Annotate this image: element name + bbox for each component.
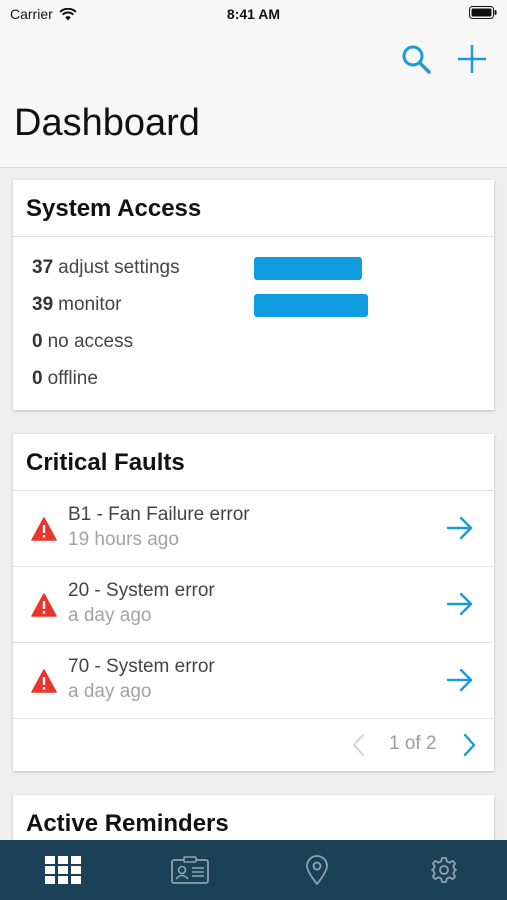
access-count: 39	[32, 294, 54, 315]
fault-time: a day ago	[68, 605, 152, 626]
access-count: 37	[32, 257, 54, 278]
page-title: Dashboard	[14, 102, 200, 144]
access-label: offline	[47, 368, 98, 389]
system-access-title: System Access	[13, 180, 494, 237]
fault-row[interactable]: 70 - System error a day ago	[13, 643, 494, 719]
grid-icon	[45, 856, 82, 884]
warning-icon	[31, 669, 57, 693]
plus-icon	[458, 45, 486, 73]
tab-dashboard[interactable]	[0, 840, 127, 900]
warning-icon	[31, 593, 57, 617]
tab-contacts[interactable]	[127, 840, 254, 900]
access-count: 0	[32, 331, 43, 352]
fault-time: 19 hours ago	[68, 529, 179, 550]
access-row-adjust-settings[interactable]: 37 adjust settings	[13, 249, 494, 286]
add-button[interactable]	[455, 42, 489, 76]
arrow-right-icon[interactable]	[446, 668, 474, 692]
fault-title: B1 - Fan Failure error	[68, 504, 250, 525]
fault-row[interactable]: 20 - System error a day ago	[13, 567, 494, 643]
contact-card-icon	[171, 856, 210, 884]
critical-faults-title: Critical Faults	[13, 434, 494, 491]
fault-row[interactable]: B1 - Fan Failure error 19 hours ago	[13, 491, 494, 567]
header-actions	[399, 42, 489, 76]
system-access-list: 37 adjust settings 39 monitor 0 no access 0…	[13, 237, 494, 397]
system-access-card: System Access 37 adjust settings 39 monito…	[13, 180, 494, 410]
gear-icon	[430, 857, 457, 883]
access-count: 0	[32, 368, 43, 389]
status-bar: Carrier 8:41 AM	[0, 0, 507, 28]
fault-time: a day ago	[68, 681, 152, 702]
status-time: 8:41 AM	[226, 6, 281, 22]
fault-title: 70 - System error	[68, 656, 215, 677]
chevron-left-icon[interactable]	[349, 732, 369, 758]
location-pin-icon	[305, 855, 328, 885]
search-button[interactable]	[399, 42, 433, 76]
page-indicator: 1 of 2	[389, 733, 437, 754]
tab-settings[interactable]	[380, 840, 507, 900]
header: Dashboard	[0, 28, 507, 168]
battery-icon	[469, 6, 497, 22]
access-label: monitor	[58, 294, 122, 315]
search-icon	[402, 45, 431, 74]
warning-icon	[31, 517, 57, 541]
access-row-offline[interactable]: 0 offline	[13, 360, 494, 397]
critical-faults-card: Critical Faults B1 - Fan Failure error 1…	[13, 434, 494, 771]
arrow-right-icon[interactable]	[446, 516, 474, 540]
chevron-right-icon[interactable]	[459, 732, 479, 758]
access-row-no-access[interactable]: 0 no access	[13, 323, 494, 360]
access-row-monitor[interactable]: 39 monitor	[13, 286, 494, 323]
access-label: no access	[47, 331, 134, 352]
tab-locations[interactable]	[254, 840, 381, 900]
fault-title: 20 - System error	[68, 580, 215, 601]
pagination: 1 of 2	[13, 719, 494, 771]
access-bar	[254, 294, 368, 317]
access-label: adjust settings	[58, 257, 180, 278]
arrow-right-icon[interactable]	[446, 592, 474, 616]
tab-bar	[0, 840, 507, 900]
access-bar	[254, 257, 362, 280]
